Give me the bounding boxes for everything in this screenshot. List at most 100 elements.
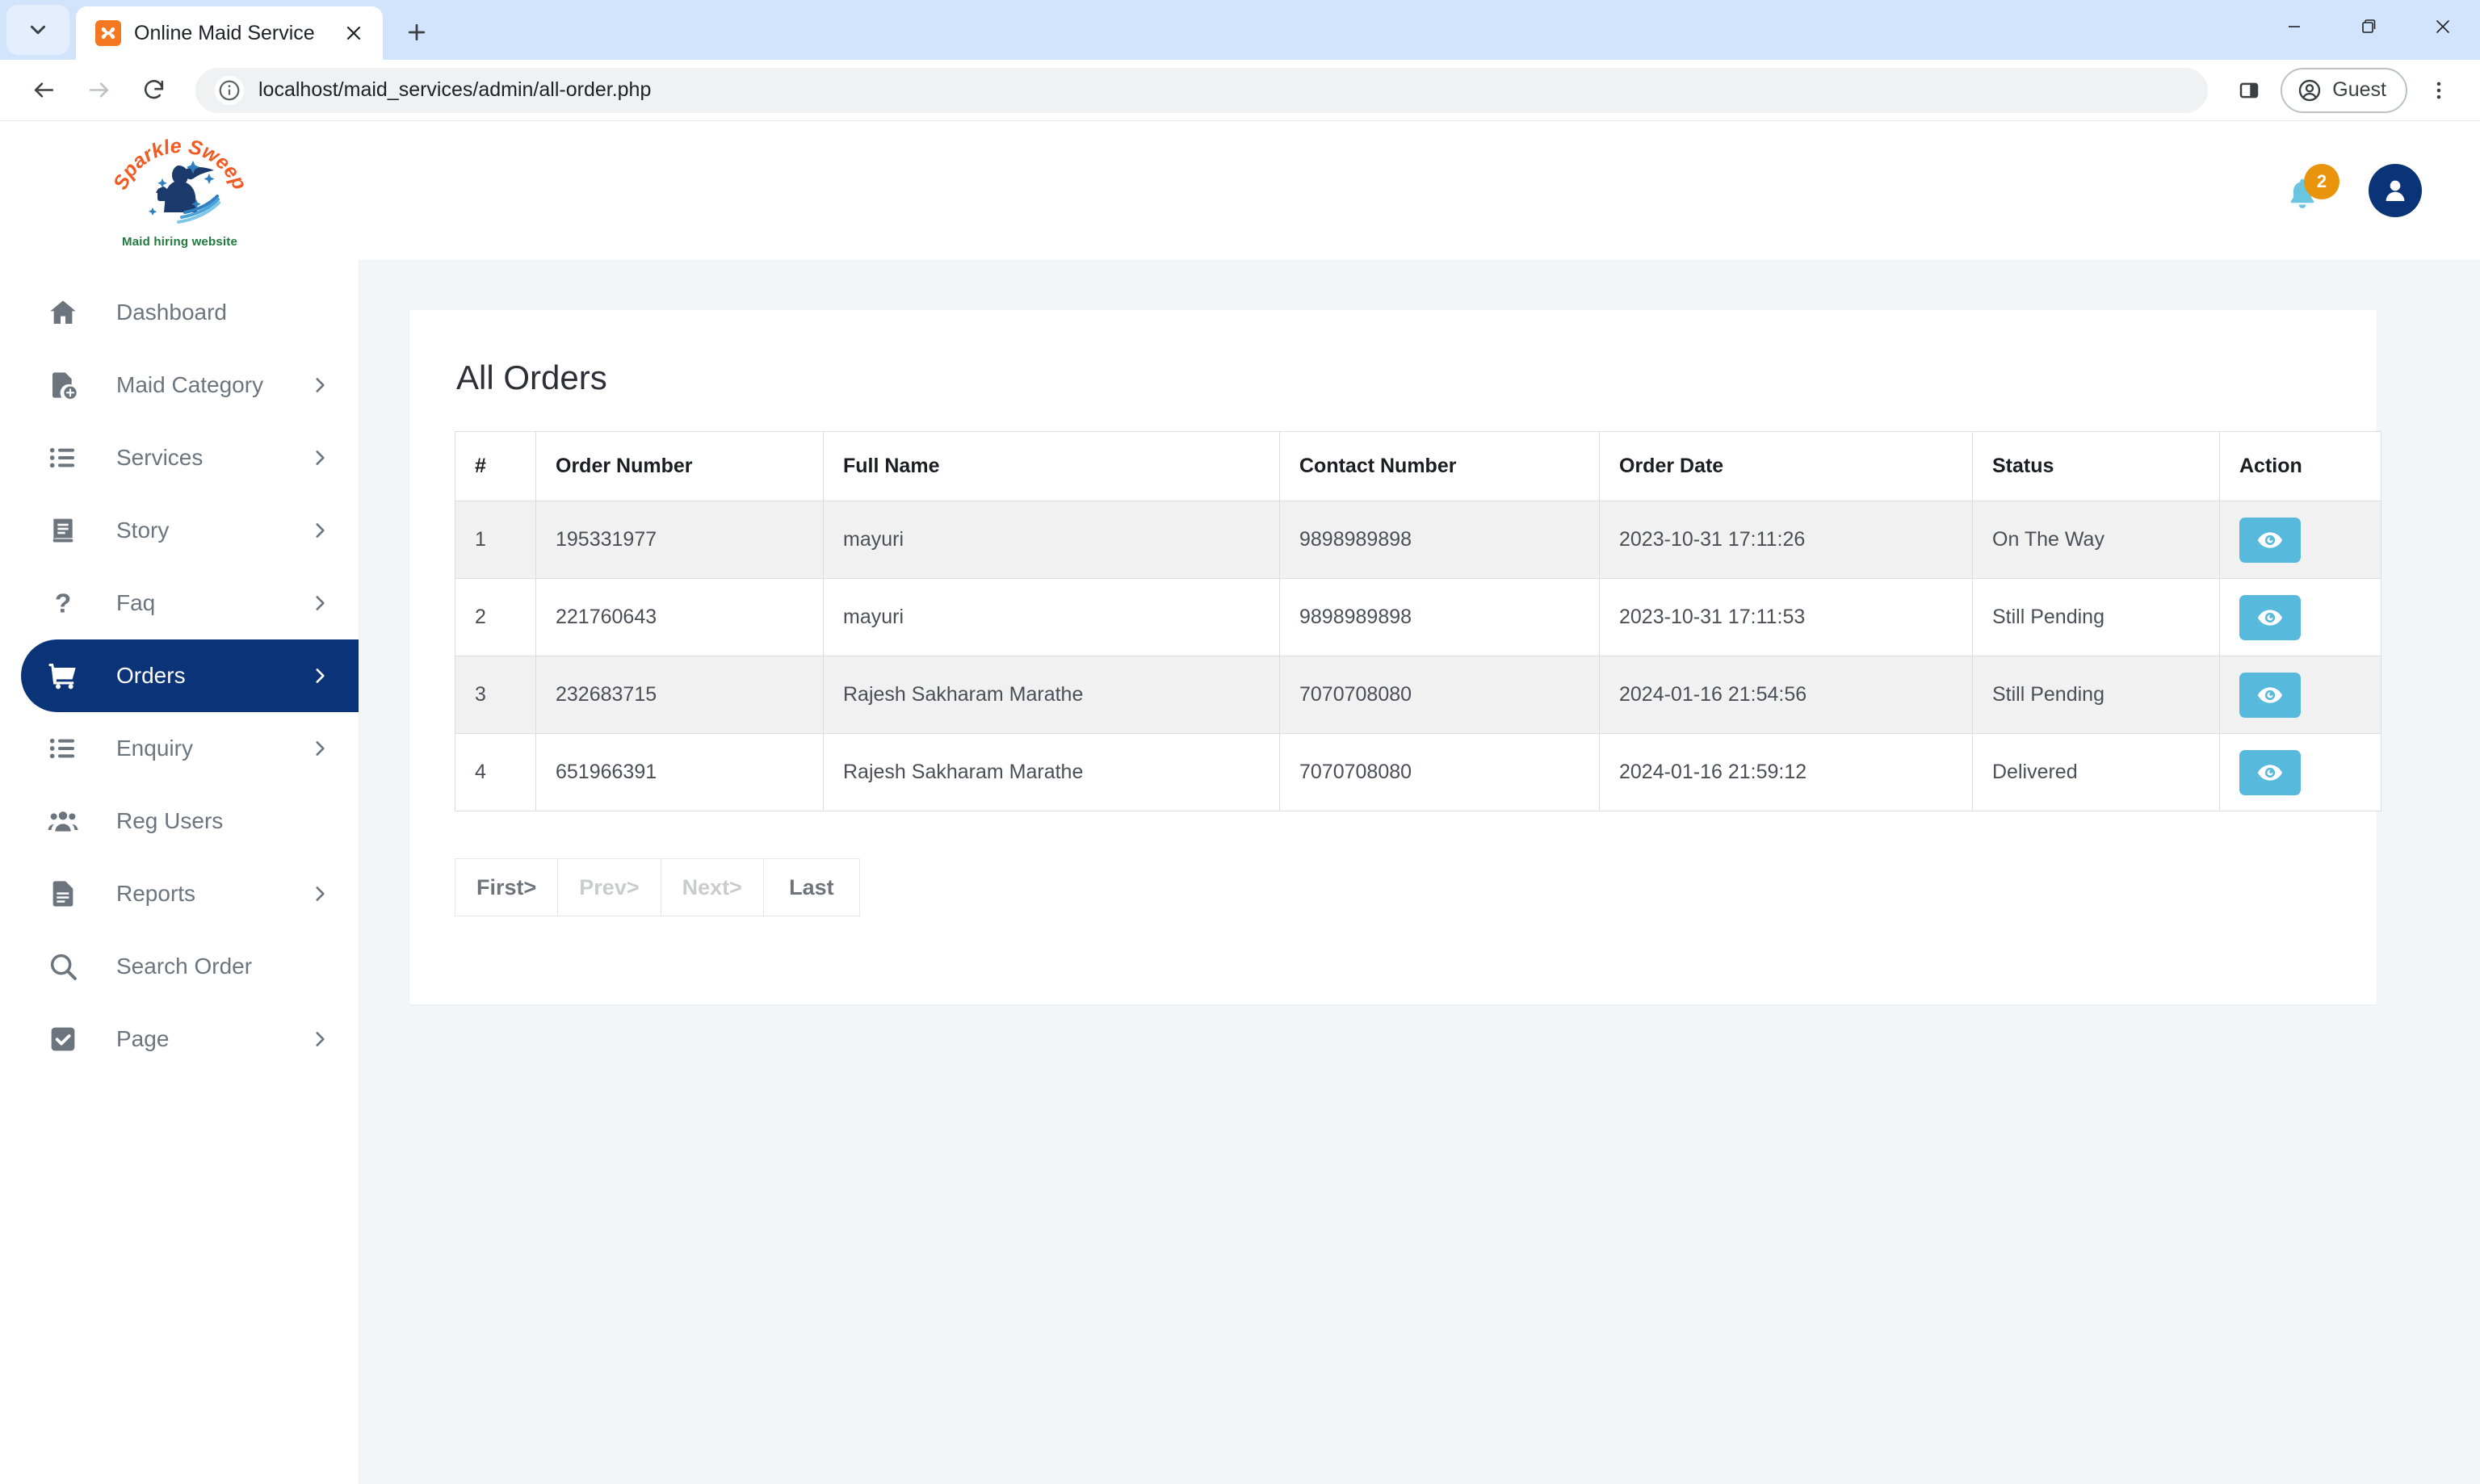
sidebar-item-enquiry[interactable]: Enquiry [0,712,359,785]
sidebar-item-label: Services [116,445,204,470]
forward-button[interactable] [73,65,124,116]
address-bar[interactable]: localhost/maid_services/admin/all-order.… [195,67,2209,113]
sidebar-item-label: Page [116,1026,170,1051]
back-button[interactable] [18,65,69,116]
view-order-button[interactable] [2239,672,2301,718]
sidebar-item-page[interactable]: Page [0,1003,359,1075]
close-icon [346,26,361,40]
reload-button[interactable] [128,65,179,116]
sidebar-item-orders[interactable]: Orders [21,639,359,712]
view-order-button[interactable] [2239,517,2301,563]
browser-menu-button[interactable] [2415,67,2462,114]
cell-order-number: 221760643 [535,578,824,656]
side-panel-button[interactable] [2226,67,2272,114]
sidebar-item-dashboard[interactable]: Dashboard [0,276,359,349]
checkbox-icon [45,1023,81,1055]
cart-icon [45,660,81,692]
pagination-last-button[interactable]: Last [762,858,860,916]
window-close-button[interactable] [2406,0,2480,53]
chevron-right-icon [304,738,336,759]
main-content: All Orders # Order Number Full Name Contact… [359,260,2480,1484]
sidebar-item-maid-category[interactable]: Maid Category [0,349,359,421]
book-icon [45,514,81,547]
pagination-first-button[interactable]: First> [455,858,558,916]
sidebar-item-services[interactable]: Services [0,421,359,494]
site-logo[interactable]: Sparkle Sweep Maid hiring website [0,121,359,260]
cell-contact: 9898989898 [1279,501,1600,579]
sidebar-item-label: Reports [116,881,196,906]
chevron-right-icon [304,665,336,686]
cell-action [2219,733,2381,811]
sidebar-item-label: Dashboard [116,300,227,325]
cell-order-date: 2023-10-31 17:11:26 [1599,501,1973,579]
sidebar-nav: Dashboard Maid Category Services Story? Faq O… [0,260,359,1484]
forward-arrow-icon [89,82,108,98]
sidebar-item-reports[interactable]: Reports [0,857,359,930]
svg-text:?: ? [55,589,71,619]
chevron-right-icon [316,378,325,392]
chevron-right-icon [316,596,325,610]
cell-full-name: mayuri [823,501,1280,579]
cell-status: On The Way [1972,501,2220,579]
pagination-prev-button: Prev> [557,858,661,916]
window-close-icon [2436,20,2449,33]
cell-num: 3 [455,656,536,734]
page-title: All Orders [456,358,607,396]
notifications-button[interactable]: 2 [2285,164,2339,211]
sidebar-item-label: Orders [116,663,186,688]
browser-tab[interactable]: Online Maid Service [76,6,383,60]
table-row: 3 232683715 Rajesh Sakharam Marathe 7070708… [455,656,2381,734]
tab-search-button[interactable] [6,5,69,55]
table-row: 4 651966391 Rajesh Sakharam Marathe 7070708… [455,733,2381,811]
url-text: localhost/maid_services/admin/all-order.… [258,78,652,101]
chevron-right-icon [316,669,325,683]
view-order-button[interactable] [2239,749,2301,795]
sidebar-item-label: Maid Category [116,372,264,397]
column-header: Order Number [535,431,824,501]
window-minimize-button[interactable] [2257,0,2331,53]
cell-action [2219,656,2381,734]
sidebar-item-reg-users[interactable]: Reg Users [0,785,359,857]
table-header-row: # Order Number Full Name Contact Number Orde… [455,431,2381,501]
sidebar-item-faq[interactable]: ? Faq [0,567,359,639]
sidebar-item-story[interactable]: Story [0,494,359,567]
view-order-button[interactable] [2239,594,2301,640]
cell-order-number: 232683715 [535,656,824,734]
chevron-right-icon [304,447,336,468]
logo-tagline: Maid hiring website [122,234,237,249]
chevron-right-icon [316,741,325,756]
back-arrow-icon [34,82,53,98]
pagination-next-button: Next> [660,858,763,916]
cell-action [2219,578,2381,656]
column-header: Full Name [823,431,1280,501]
users-icon [45,805,81,837]
sparkle-sweep-logo-icon: Sparkle Sweep [108,134,251,224]
cell-full-name: mayuri [823,578,1280,656]
cell-status: Still Pending [1972,578,2220,656]
sidebar-item-label: Search Order [116,954,253,979]
notification-badge: 2 [2304,164,2339,199]
chevron-right-icon [304,883,336,904]
three-dot-menu-icon [2436,82,2441,99]
search-icon [45,950,81,983]
new-tab-button[interactable] [394,10,439,55]
user-avatar[interactable] [2369,164,2422,217]
chevron-right-icon [304,1029,336,1050]
cell-full-name: Rajesh Sakharam Marathe [823,656,1280,734]
toolbar-right: Guest [2226,67,2462,114]
chevron-down-icon [31,25,45,35]
chevron-right-icon [304,520,336,541]
profile-label: Guest [2332,78,2386,101]
list-icon [45,732,81,765]
tab-close-button[interactable] [336,15,371,51]
sidebar-item-search-order[interactable]: Search Order [0,930,359,1003]
cell-full-name: Rajesh Sakharam Marathe [823,733,1280,811]
eye-icon [2257,764,2283,781]
chevron-right-icon [316,1032,325,1046]
site-info-icon[interactable] [215,75,244,105]
document-icon [45,878,81,910]
profile-button[interactable]: Guest [2281,67,2407,113]
tab-title: Online Maid Service [134,21,315,44]
window-maximize-button[interactable] [2331,0,2406,53]
window-controls [2257,0,2480,53]
